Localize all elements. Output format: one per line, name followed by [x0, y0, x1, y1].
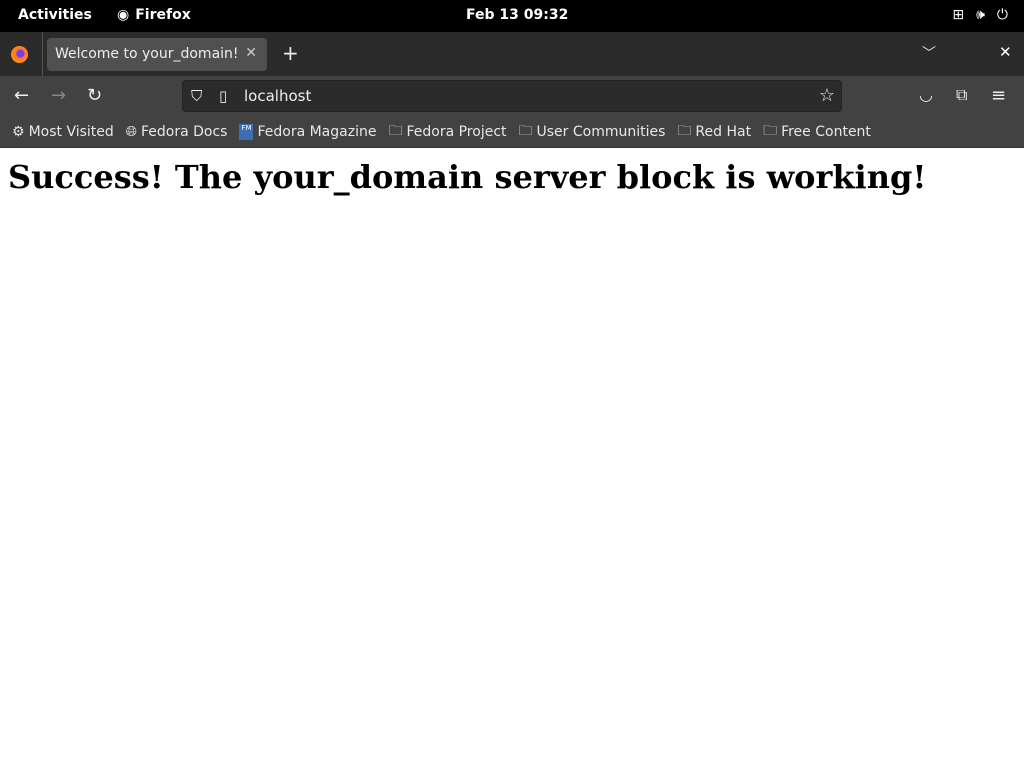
divider — [42, 32, 43, 76]
folder-icon: 🗀 — [677, 122, 692, 139]
bookmark-label: Red Hat — [695, 123, 752, 140]
bookmark-fedora-project[interactable]: 🗀 Fedora Project — [388, 120, 506, 144]
activities-button[interactable]: Activities — [18, 7, 92, 23]
tab-strip: Welcome to your_domain! ✕ + ﹀ ✕ — [0, 32, 1024, 76]
close-window-icon[interactable]: ✕ — [999, 43, 1012, 61]
folder-icon: 🗀 — [518, 122, 533, 139]
bookmark-label: User Communities — [536, 123, 666, 140]
app-name: Firefox — [135, 7, 191, 23]
url-input[interactable]: localhost — [244, 87, 311, 105]
globe-icon: 🌐︎ — [125, 123, 137, 140]
clock[interactable]: Feb 13 09:32 — [466, 7, 568, 23]
app-menu[interactable]: ◉ Firefox — [117, 7, 191, 23]
close-tab-icon[interactable]: ✕ — [245, 45, 257, 61]
gear-icon: ⚙ — [12, 123, 25, 140]
tab-active[interactable]: Welcome to your_domain! ✕ — [47, 38, 267, 71]
nav-toolbar: ← → ↻ ⛉ ▯ localhost ☆ ◡ ⧉ ≡ — [0, 76, 1024, 116]
system-tray[interactable]: ⊞ 🕪 ⏻ — [952, 7, 1008, 23]
folder-icon: 🗀 — [388, 122, 403, 139]
page-icon[interactable]: ▯ — [219, 87, 227, 105]
bookmark-most-visited[interactable]: ⚙ Most Visited — [12, 124, 114, 140]
reload-icon[interactable]: ↻ — [87, 85, 102, 106]
bookmark-label: Free Content — [781, 123, 871, 140]
network-icon: ⊞ — [952, 7, 965, 23]
extensions-icon[interactable]: ⧉ — [956, 85, 967, 105]
menu-hamburger-icon[interactable]: ≡ — [991, 85, 1006, 106]
bookmark-user-communities[interactable]: 🗀 User Communities — [519, 120, 666, 144]
bookmark-fedora-magazine[interactable]: FM Fedora Magazine — [239, 123, 377, 140]
new-tab-button[interactable]: + — [282, 41, 299, 65]
star-bookmark-icon[interactable]: ☆ — [819, 85, 835, 106]
bookmark-label: Fedora Project — [406, 123, 507, 140]
tab-title: Welcome to your_domain! — [55, 46, 239, 62]
bookmark-free-content[interactable]: 🗀 Free Content — [763, 120, 871, 144]
system-top-bar: Activities ◉ Firefox Feb 13 09:32 ⊞ 🕪 ⏻ — [0, 0, 1024, 32]
bookmark-fedora-docs[interactable]: 🌐︎ Fedora Docs — [126, 124, 228, 140]
folder-icon: 🗀 — [763, 122, 778, 139]
back-icon[interactable]: ← — [14, 85, 29, 106]
power-icon: ⏻ — [996, 7, 1008, 23]
bookmark-label: Fedora Magazine — [257, 123, 377, 140]
bookmark-red-hat[interactable]: 🗀 Red Hat — [677, 120, 751, 144]
bookmark-label: Fedora Docs — [140, 123, 228, 140]
list-tabs-chevron-down-icon[interactable]: ﹀ — [922, 43, 936, 63]
bookmark-label: Most Visited — [28, 123, 114, 140]
fedora-magazine-icon: FM — [239, 123, 254, 140]
shield-icon[interactable]: ⛉ — [191, 87, 202, 105]
bookmarks-toolbar: ⚙ Most Visited 🌐︎ Fedora Docs FM Fedora Mag… — [0, 116, 1024, 148]
firefox-view-icon[interactable] — [11, 46, 28, 63]
url-bar[interactable]: ⛉ ▯ localhost ☆ — [182, 80, 842, 112]
pocket-icon[interactable]: ◡ — [919, 85, 933, 104]
volume-icon: 🕪 — [976, 7, 985, 23]
firefox-icon: ◉ — [117, 7, 130, 23]
forward-icon[interactable]: → — [51, 85, 66, 106]
page-heading: Success! The your_domain server block is… — [8, 158, 927, 196]
